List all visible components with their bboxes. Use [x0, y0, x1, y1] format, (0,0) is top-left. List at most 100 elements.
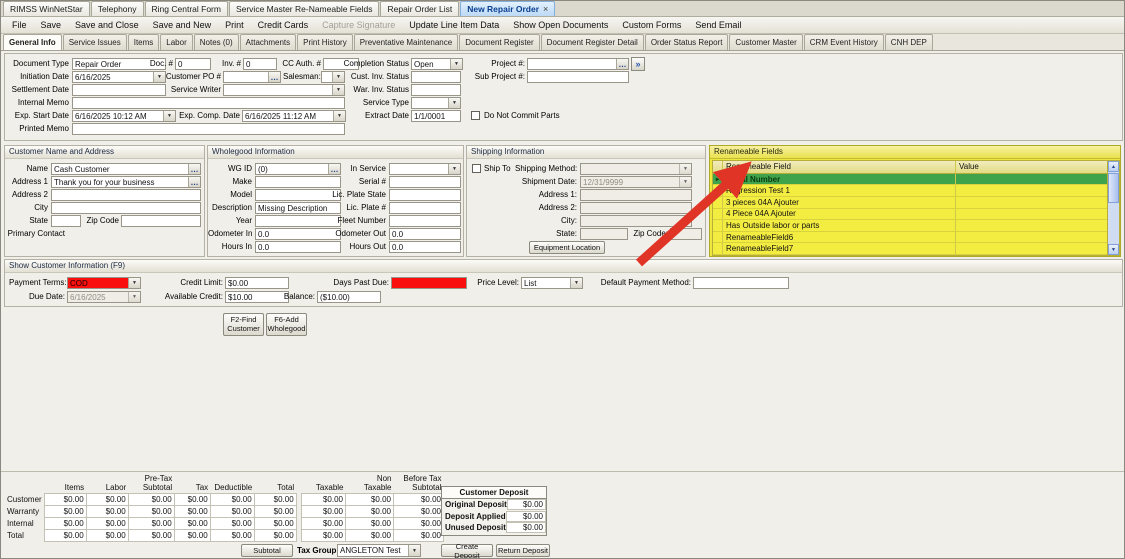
tab-notes[interactable]: Notes (0) [193, 34, 239, 50]
menu-save-and-close[interactable]: Save and Close [68, 17, 146, 33]
lic-plate-no-field[interactable] [389, 202, 461, 214]
settlement-date-field[interactable] [72, 84, 166, 96]
odometer-out-field[interactable]: 0.0 [389, 228, 461, 240]
chevron-down-icon[interactable]: ▼ [332, 85, 344, 95]
doc-tab-telephony[interactable]: Telephony [90, 1, 144, 16]
renameable-scrollbar[interactable]: ▲ ▼ [1107, 161, 1119, 255]
ellipsis-icon[interactable]: … [268, 72, 280, 82]
hours-out-field[interactable]: 0.0 [389, 241, 461, 253]
value-cell[interactable] [955, 173, 1107, 185]
tab-service-issues[interactable]: Service Issues [62, 34, 127, 50]
inv-no-field[interactable]: 0 [243, 58, 277, 70]
project-no-field[interactable]: … [527, 58, 629, 70]
chevron-down-icon[interactable]: ▼ [570, 278, 582, 288]
menu-show-open-documents[interactable]: Show Open Documents [506, 17, 615, 33]
value-cell[interactable] [955, 185, 1107, 197]
menu-send-email[interactable]: Send Email [688, 17, 748, 33]
do-not-commit-parts-checkbox[interactable] [471, 111, 480, 120]
tab-items[interactable]: Items [127, 34, 160, 50]
create-deposit-button[interactable]: Create Deposit [441, 542, 493, 558]
doc-tab-rimss-winnetstar[interactable]: RIMSS WinNetStar [3, 1, 90, 16]
find-customer-button[interactable]: F2-Find Customer [223, 313, 264, 336]
chevron-down-icon[interactable]: ▼ [448, 98, 460, 108]
customer-po-field[interactable]: … [223, 71, 281, 83]
renameable-row[interactable]: 4 Piece 04A Ajouter [713, 208, 1107, 221]
sub-project-no-field[interactable] [527, 71, 629, 83]
add-wholegood-button[interactable]: F6-Add Wholegood [266, 313, 307, 336]
internal-memo-field[interactable] [72, 97, 345, 109]
printed-memo-field[interactable] [72, 123, 345, 135]
default-payment-method-field[interactable] [693, 277, 789, 289]
doc-tab-repair-order-list[interactable]: Repair Order List [380, 1, 460, 16]
value-cell[interactable] [955, 231, 1107, 243]
scroll-up-icon[interactable]: ▲ [1108, 161, 1119, 172]
chevron-down-icon[interactable]: ▼ [448, 164, 460, 174]
equipment-location-button[interactable]: Equipment Location [529, 241, 605, 254]
tab-order-status-report[interactable]: Order Status Report [644, 34, 729, 50]
tab-crm-event-history[interactable]: CRM Event History [803, 34, 884, 50]
tax-group-dropdown[interactable]: ANGLETON Test ▼ [337, 544, 421, 557]
menu-save[interactable]: Save [34, 17, 69, 33]
doc-tab-ring-central-form[interactable]: Ring Central Form [144, 1, 228, 16]
salesman-dropdown[interactable]: ▼ [321, 71, 345, 83]
tab-customer-master[interactable]: Customer Master [729, 34, 803, 50]
value-cell[interactable] [955, 197, 1107, 208]
initiation-date-field[interactable]: 6/16/2025 ▼ [72, 71, 166, 83]
completion-status-dropdown[interactable]: Open ▼ [411, 58, 463, 70]
menu-file[interactable]: File [5, 17, 34, 33]
tab-print-history[interactable]: Print History [297, 34, 353, 50]
customer-name-field[interactable]: Cash Customer… [51, 163, 201, 175]
renameable-row[interactable]: Regression Test 1 [713, 185, 1107, 198]
subtotal-button[interactable]: Subtotal [241, 544, 293, 557]
customer-zip-field[interactable] [121, 215, 201, 227]
return-deposit-button[interactable]: Return Deposit [496, 544, 550, 557]
value-cell[interactable] [955, 220, 1107, 231]
tab-document-register-detail[interactable]: Document Register Detail [540, 34, 644, 50]
value-cell[interactable] [955, 208, 1107, 220]
renameable-row[interactable]: 3 pieces 04A Ajouter [713, 197, 1107, 209]
renameable-row[interactable]: ▸ Serial Number [713, 173, 1107, 186]
renameable-row[interactable]: RenameableField7 [713, 243, 1107, 255]
chevron-down-icon[interactable]: ▼ [332, 72, 344, 82]
show-customer-information-toggle[interactable]: Show Customer Information (F9) [5, 260, 1122, 273]
extract-date-field[interactable]: 1/1/0001 [411, 110, 461, 122]
fleet-number-field[interactable] [389, 215, 461, 227]
tab-labor[interactable]: Labor [160, 34, 193, 50]
ellipsis-icon[interactable]: … [188, 177, 200, 187]
war-inv-status-field[interactable] [411, 84, 461, 96]
menu-update-line-item-data[interactable]: Update Line Item Data [402, 17, 506, 33]
service-type-dropdown[interactable]: ▼ [411, 97, 461, 109]
tab-general-info[interactable]: General Info [3, 34, 62, 50]
exp-comp-date-field[interactable]: 6/16/2025 11:12 AM ▼ [242, 110, 346, 122]
chevron-down-icon[interactable]: ▼ [450, 59, 462, 69]
tab-preventative-maintenance[interactable]: Preventative Maintenance [353, 34, 459, 50]
chevron-down-icon[interactable]: ▼ [408, 545, 420, 556]
scrollbar-track[interactable] [1108, 204, 1119, 244]
tab-document-register[interactable]: Document Register [459, 34, 540, 50]
chevron-down-icon[interactable]: ▼ [333, 111, 345, 121]
renameable-field-column-header[interactable]: Renameable Field [723, 161, 955, 173]
menu-save-and-new[interactable]: Save and New [146, 17, 219, 33]
serial-no-field[interactable] [389, 176, 461, 188]
chevron-down-icon[interactable]: ▼ [128, 278, 140, 288]
close-icon[interactable]: × [543, 4, 548, 14]
customer-state-field[interactable] [51, 215, 81, 227]
renameable-row[interactable]: Has Outside labor or parts [713, 220, 1107, 232]
doc-no-field[interactable]: 0 [175, 58, 211, 70]
cust-inv-status-field[interactable] [411, 71, 461, 83]
scrollbar-thumb[interactable] [1108, 173, 1119, 203]
service-writer-dropdown[interactable]: ▼ [223, 84, 345, 96]
payment-terms-dropdown[interactable]: COD ▼ [67, 277, 141, 289]
value-cell[interactable] [955, 243, 1107, 255]
tab-cnh-dep[interactable]: CNH DEP [884, 34, 933, 50]
value-column-header[interactable]: Value [955, 161, 1107, 173]
scroll-down-icon[interactable]: ▼ [1108, 244, 1119, 255]
ellipsis-icon[interactable]: … [616, 59, 628, 69]
renameable-row[interactable]: RenameableField6 [713, 231, 1107, 244]
tab-attachments[interactable]: Attachments [239, 34, 297, 50]
chevron-down-icon[interactable]: ▼ [163, 111, 175, 121]
customer-address1-field[interactable]: Thank you for your business… [51, 176, 201, 188]
ship-to-checkbox[interactable] [472, 164, 481, 173]
price-level-dropdown[interactable]: List ▼ [521, 277, 583, 289]
menu-custom-forms[interactable]: Custom Forms [615, 17, 688, 33]
